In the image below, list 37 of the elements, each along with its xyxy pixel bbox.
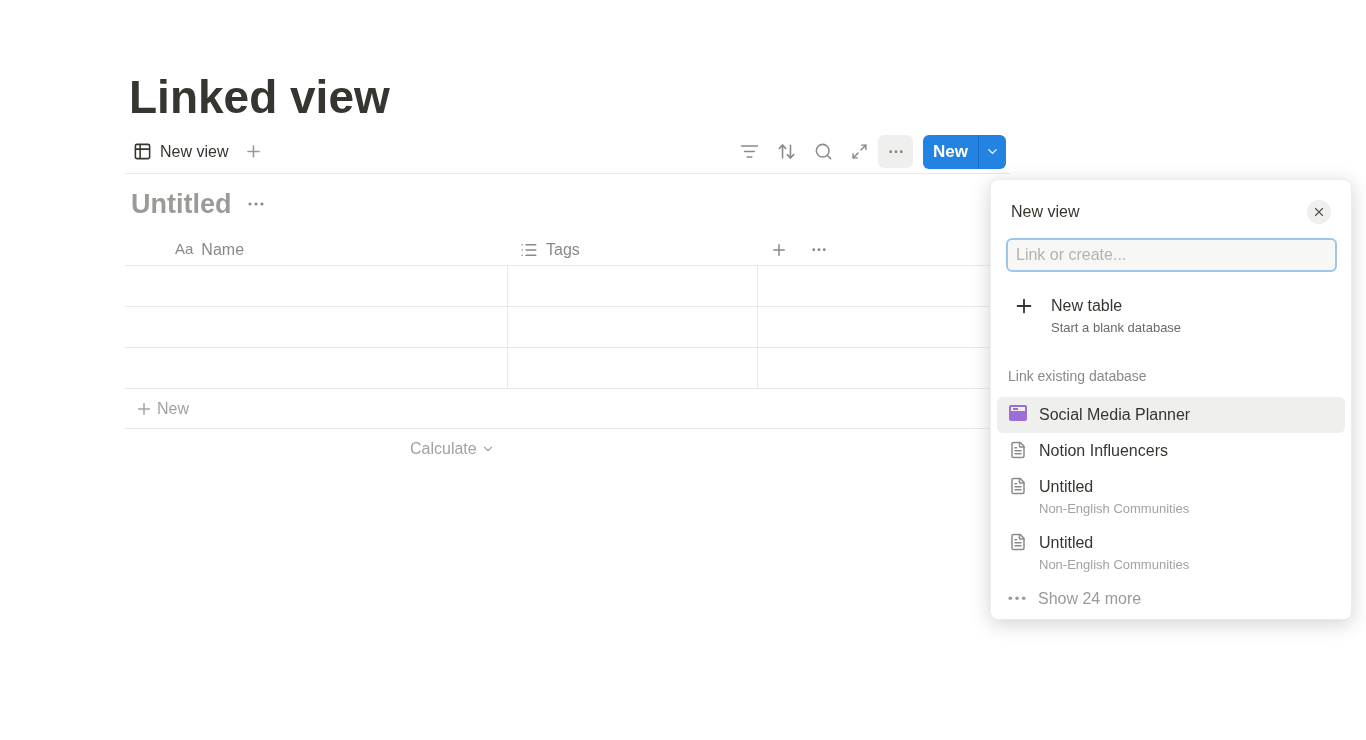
column-header[interactable]: Tags: [508, 234, 758, 265]
expand-icon[interactable]: [851, 143, 869, 160]
page-icon: [1009, 532, 1027, 551]
option-subtitle: Non-English Communities: [1039, 555, 1190, 574]
new-table-option[interactable]: New table Start a blank database: [991, 272, 1351, 338]
option-title: Untitled: [1039, 532, 1095, 553]
filter-icon[interactable]: [740, 142, 760, 161]
search-field[interactable]: Link or create...: [1006, 238, 1337, 272]
more-icon[interactable]: [247, 202, 264, 206]
option-title: New table: [1051, 296, 1124, 316]
section-label: Link existing database: [1007, 366, 1148, 386]
option-subtitle: Start a blank database: [1051, 319, 1182, 337]
more-icon[interactable]: [812, 247, 826, 252]
popup-title: New view: [1011, 202, 1080, 222]
page-icon: [1009, 476, 1027, 495]
sort-icon[interactable]: [777, 142, 797, 161]
search-icon[interactable]: [814, 142, 834, 161]
page-title: Linked view: [128, 70, 391, 125]
view-tab[interactable]: New view: [125, 139, 237, 164]
table-icon: [133, 142, 152, 161]
database-option[interactable]: Notion Influencers: [997, 432, 1345, 469]
database-option[interactable]: Untitled Non-English Communities: [997, 524, 1345, 581]
column-header[interactable]: Aa Name: [125, 234, 508, 265]
database-option[interactable]: Untitled Non-English Communities: [997, 468, 1345, 525]
database-option[interactable]: Social Media Planner: [997, 396, 1345, 433]
page-icon: [1009, 440, 1027, 459]
database-icon: [1009, 404, 1027, 421]
option-title: Notion Influencers: [1039, 440, 1168, 461]
more-button[interactable]: [878, 135, 914, 168]
option-title: Social Media Planner: [1039, 404, 1191, 425]
more-icon: [1008, 596, 1026, 601]
close-icon: [1312, 205, 1326, 219]
option-subtitle: Non-English Communities: [1039, 499, 1190, 518]
database-title: Untitled: [131, 187, 232, 221]
option-title: Untitled: [1039, 476, 1095, 497]
more-icon: [888, 149, 903, 154]
close-button[interactable]: [1307, 200, 1331, 224]
